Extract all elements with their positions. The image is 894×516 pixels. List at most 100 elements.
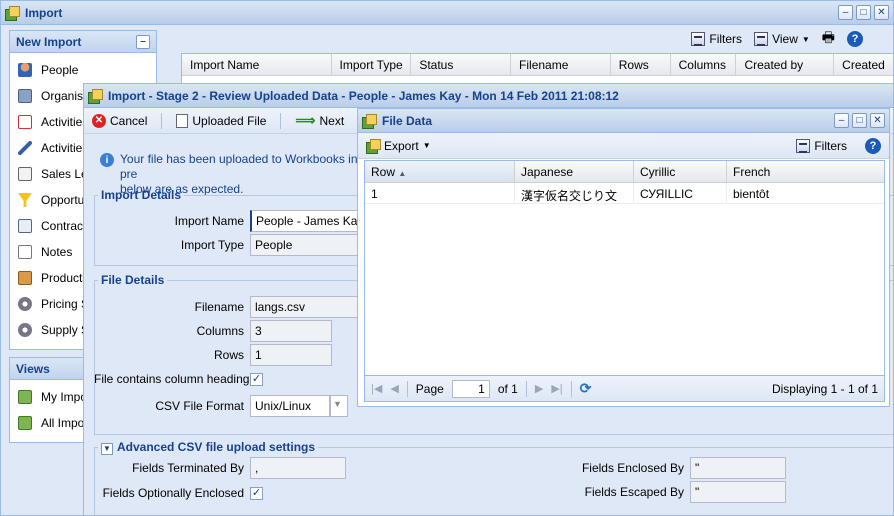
views-panel-title: Views xyxy=(16,361,50,376)
refresh-icon[interactable]: ⟳ xyxy=(580,380,592,397)
import-name-field[interactable]: People - James Kay xyxy=(250,210,360,232)
import-window-header[interactable]: Import – □ ✕ xyxy=(1,1,893,25)
columns-label: Columns xyxy=(196,324,244,338)
displaying-count: Displaying 1 - 1 of 1 xyxy=(771,381,878,396)
page-of-label: of 1 xyxy=(497,381,518,396)
file-data-window-header[interactable]: File Data – □ ✕ xyxy=(358,109,889,133)
file-data-window: File Data – □ ✕ Export ▼ Filters ? Row ▲ … xyxy=(357,108,890,407)
maximize-icon[interactable]: □ xyxy=(856,5,871,20)
info-icon: i xyxy=(100,153,114,167)
view-button[interactable]: View ▼ xyxy=(754,32,810,46)
column-header[interactable]: Filename xyxy=(511,54,611,75)
filters-label: Filters xyxy=(709,32,743,46)
import-window-title: Import xyxy=(25,5,63,20)
import-app-icon xyxy=(5,5,20,21)
next-button[interactable]: ⟹ Next xyxy=(295,112,344,129)
filters-button[interactable]: Filters xyxy=(691,32,742,46)
pager-separator xyxy=(406,380,408,397)
pager-separator xyxy=(525,380,527,397)
table-row[interactable]: 1 漢字仮名交じり文 СУЯILLIC bientôt xyxy=(365,183,884,204)
column-header-japanese[interactable]: Japanese xyxy=(515,161,634,182)
file-data-app-icon xyxy=(362,113,377,129)
escaped-by-field[interactable]: " xyxy=(690,481,786,503)
collapse-icon[interactable]: – xyxy=(136,34,150,49)
column-header[interactable]: Created xyxy=(834,54,893,75)
column-header[interactable]: Columns xyxy=(671,54,737,75)
print-button[interactable]: 🖶 xyxy=(822,27,835,51)
next-label: Next xyxy=(319,113,345,128)
prev-page-icon[interactable]: ◀ xyxy=(390,382,398,395)
pen-icon xyxy=(18,141,32,155)
enclosed-by-field[interactable]: " xyxy=(690,457,786,479)
column-header[interactable]: Status xyxy=(411,54,512,75)
main-toolbar: Filters View ▼ 🖶 ? xyxy=(181,27,893,51)
new-import-panel-title: New Import xyxy=(16,34,82,49)
contract-icon xyxy=(18,219,32,233)
chevron-down-icon[interactable]: ▼ xyxy=(330,395,348,417)
import-type-label: Import Type xyxy=(180,238,244,252)
info-text-line-1: Your file has been uploaded to Workbooks… xyxy=(120,152,358,181)
uploaded-file-label: Uploaded File xyxy=(192,113,267,128)
nav-item-people[interactable]: People xyxy=(10,57,156,83)
column-header-french[interactable]: French xyxy=(727,161,884,182)
file-data-grid-header: Row ▲ Japanese Cyrillic French xyxy=(365,161,884,183)
help-icon[interactable]: ? xyxy=(865,137,881,154)
nav-item-label: People xyxy=(41,63,79,77)
cell-japanese: 漢字仮名交じり文 xyxy=(515,183,634,203)
column-header-cyrillic[interactable]: Cyrillic xyxy=(634,161,727,182)
first-page-icon[interactable]: |◀ xyxy=(371,382,382,395)
rows-field: 1 xyxy=(250,344,332,366)
stage2-window-header[interactable]: Import - Stage 2 - Review Uploaded Data … xyxy=(84,84,893,108)
terminated-field[interactable]: , xyxy=(250,457,346,479)
csv-format-label: CSV File Format xyxy=(155,399,244,413)
minimize-icon[interactable]: – xyxy=(834,113,849,128)
advanced-settings-legend[interactable]: ▼ Advanced CSV file upload settings xyxy=(98,440,318,455)
export-button[interactable]: Export ▼ xyxy=(366,138,431,154)
file-data-grid: Row ▲ Japanese Cyrillic French 1 漢字仮名交じり… xyxy=(364,160,885,376)
filter-icon xyxy=(796,138,811,153)
columns-field: 3 xyxy=(250,320,332,342)
card-icon xyxy=(18,167,32,181)
help-icon: ? xyxy=(847,31,863,47)
checklist-icon xyxy=(18,115,32,129)
optionally-enclosed-checkbox[interactable]: ✓ xyxy=(250,486,263,500)
column-header[interactable]: Import Type xyxy=(332,54,412,75)
chevron-down-icon: ▼ xyxy=(422,141,431,150)
column-header[interactable]: Created by xyxy=(736,54,835,75)
pagination-bar: |◀ ◀ Page 1 of 1 ▶ ▶| ⟳ Displaying 1 - 1… xyxy=(364,376,885,402)
file-filters-button[interactable]: Filters xyxy=(796,138,847,153)
last-page-icon[interactable]: ▶| xyxy=(551,382,562,395)
cancel-button[interactable]: ✕ Cancel xyxy=(92,113,147,128)
cell-cyrillic: СУЯILLIC xyxy=(634,183,727,203)
help-button[interactable]: ? xyxy=(847,31,863,47)
funnel-icon xyxy=(18,193,32,207)
filter-icon xyxy=(691,32,706,46)
maximize-icon[interactable]: □ xyxy=(852,113,867,128)
file-data-toolbar: Export ▼ Filters ? xyxy=(358,133,889,159)
column-header-row[interactable]: Row ▲ xyxy=(365,161,515,182)
page-input[interactable]: 1 xyxy=(451,379,490,398)
toolbar-separator xyxy=(280,112,282,129)
uploaded-file-button[interactable]: Uploaded File xyxy=(176,113,267,128)
close-icon[interactable]: ✕ xyxy=(874,5,889,20)
building-icon xyxy=(18,89,32,103)
headings-checkbox[interactable]: ✓ xyxy=(250,372,263,386)
collapse-toggle-icon[interactable]: ▼ xyxy=(101,443,113,455)
page-label: Page xyxy=(415,381,444,396)
toolbar-separator xyxy=(161,112,163,129)
gear-icon xyxy=(18,323,32,337)
export-label: Export xyxy=(384,138,419,153)
advanced-settings-title: Advanced CSV file upload settings xyxy=(117,440,316,454)
csv-format-select[interactable]: Unix/Linux xyxy=(250,395,330,417)
close-icon[interactable]: ✕ xyxy=(870,113,885,128)
minimize-icon[interactable]: – xyxy=(838,5,853,20)
file-data-window-title: File Data xyxy=(382,113,433,128)
export-icon xyxy=(366,138,381,154)
column-header[interactable]: Rows xyxy=(611,54,671,75)
column-header[interactable]: Import Name xyxy=(182,54,332,75)
box-icon xyxy=(18,271,32,285)
file-details-legend: File Details xyxy=(101,273,165,287)
pager-separator xyxy=(570,380,572,397)
next-page-icon[interactable]: ▶ xyxy=(535,382,543,395)
terminated-label: Fields Terminated By xyxy=(132,461,244,475)
